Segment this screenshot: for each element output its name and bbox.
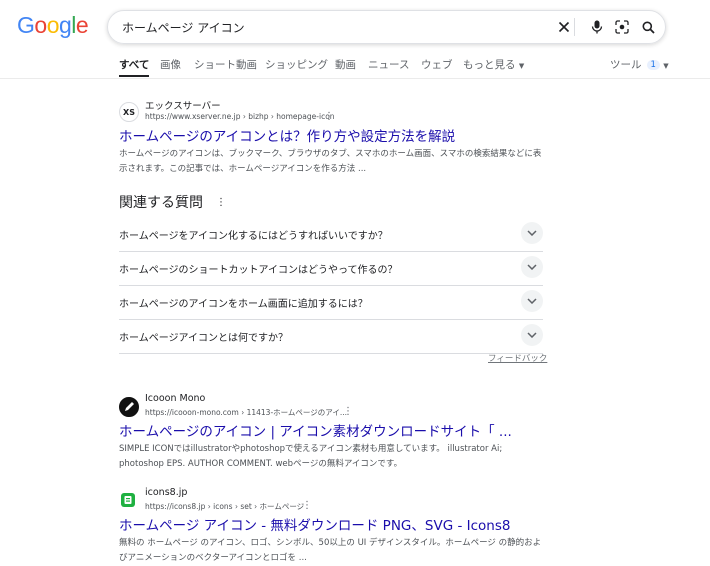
tab-news[interactable]: ニュース xyxy=(368,57,409,72)
tab-more[interactable]: もっと見る ▼ xyxy=(463,57,524,72)
caret-down-icon: ▼ xyxy=(663,62,669,70)
result-title[interactable]: ホームページのアイコン | アイコン素材ダウンロードサイト「 ... xyxy=(119,420,512,440)
site-favicon: XS xyxy=(119,102,139,122)
paa-question[interactable]: ホームページアイコンとは何ですか？ xyxy=(119,319,543,354)
paa-question[interactable]: ホームページのアイコンをホーム画面に追加するには？ xyxy=(119,285,543,320)
site-name[interactable]: Icooon Mono xyxy=(145,393,205,404)
search-icon[interactable] xyxy=(637,16,659,38)
result-snippet: ホームページのアイコンは、ブックマーク、ブラウザのタブ、スマホのホーム画面、スマ… xyxy=(119,149,542,174)
site-name[interactable]: icons8.jp xyxy=(145,487,187,498)
tab-web[interactable]: ウェブ xyxy=(421,57,453,72)
tab-videos[interactable]: 動画 xyxy=(335,57,356,72)
mic-icon[interactable] xyxy=(586,16,608,38)
tab-all[interactable]: すべて xyxy=(119,57,150,77)
more-options-icon[interactable]: ⋮ xyxy=(343,407,353,417)
more-options-icon[interactable]: ⋮ xyxy=(216,197,226,208)
logo-letter: G xyxy=(17,12,35,38)
logo-letter: o xyxy=(34,12,47,38)
paa-question-text: ホームページをアイコン化するにはどうすればいいですか？ xyxy=(119,231,388,242)
paa-question-text: ホームページのアイコンをホーム画面に追加するには？ xyxy=(119,299,368,310)
logo-letter: e xyxy=(75,12,89,38)
tools-button[interactable]: ツール 1 ▼ xyxy=(610,57,669,72)
tools-label: ツール xyxy=(610,59,642,71)
site-url[interactable]: https://www.xserver.ne.jp › bizhp › home… xyxy=(145,112,335,121)
result-snippet: 無料の ホームページ のアイコン、ロゴ、シンボル、50以上の UI デザインスタ… xyxy=(119,538,542,563)
site-favicon xyxy=(119,397,139,417)
paa-heading: 関連する質問 xyxy=(119,195,203,211)
paa-question[interactable]: ホームページのショートカットアイコンはどうやって作るの？ xyxy=(119,251,543,286)
chevron-down-icon[interactable] xyxy=(521,256,543,278)
chevron-down-icon[interactable] xyxy=(521,222,543,244)
more-options-icon[interactable]: ⋮ xyxy=(302,501,312,511)
chevron-down-icon[interactable] xyxy=(521,324,543,346)
more-options-icon[interactable]: ⋮ xyxy=(324,112,334,122)
result-snippet: SIMPLE ICONではillustratorやphotoshopで使えるアイ… xyxy=(119,444,503,469)
search-box[interactable]: ホームページ アイコン xyxy=(107,10,666,44)
chevron-down-icon[interactable] xyxy=(521,290,543,312)
site-url[interactable]: https://icooon-mono.com › 11413-ホームページのア… xyxy=(145,407,347,418)
site-name[interactable]: エックスサーバー xyxy=(145,98,221,112)
google-logo[interactable]: Google xyxy=(17,12,89,39)
tools-badge: 1 xyxy=(646,60,660,70)
feedback-link[interactable]: フィードバック xyxy=(488,352,547,364)
site-favicon xyxy=(119,491,137,509)
tab-more-label: もっと見る xyxy=(463,59,516,71)
paa-question-text: ホームページのショートカットアイコンはどうやって作るの？ xyxy=(119,265,398,276)
search-input[interactable]: ホームページ アイコン xyxy=(122,19,245,36)
result-title[interactable]: ホームページのアイコンとは？作り方や設定方法を解説 xyxy=(119,125,455,145)
result-title[interactable]: ホームページ アイコン - 無料ダウンロード PNG、SVG - Icons8 xyxy=(119,514,510,534)
header-divider xyxy=(0,78,710,79)
close-icon[interactable] xyxy=(553,16,575,38)
search-separator xyxy=(574,18,575,36)
lens-icon[interactable] xyxy=(611,16,633,38)
tab-images[interactable]: 画像 xyxy=(160,57,181,72)
paa-question-text: ホームページアイコンとは何ですか？ xyxy=(119,333,288,344)
tab-shopping[interactable]: ショッピング xyxy=(265,57,328,72)
caret-down-icon: ▼ xyxy=(518,62,525,70)
paa-question[interactable]: ホームページをアイコン化するにはどうすればいいですか？ xyxy=(119,217,543,252)
favicon-label: XS xyxy=(123,107,135,117)
site-url[interactable]: https://icons8.jp › icons › set › ホームページ xyxy=(145,501,304,512)
logo-letter: g xyxy=(58,12,72,38)
logo-letter: o xyxy=(46,12,60,38)
tab-short-videos[interactable]: ショート動画 xyxy=(194,57,257,72)
